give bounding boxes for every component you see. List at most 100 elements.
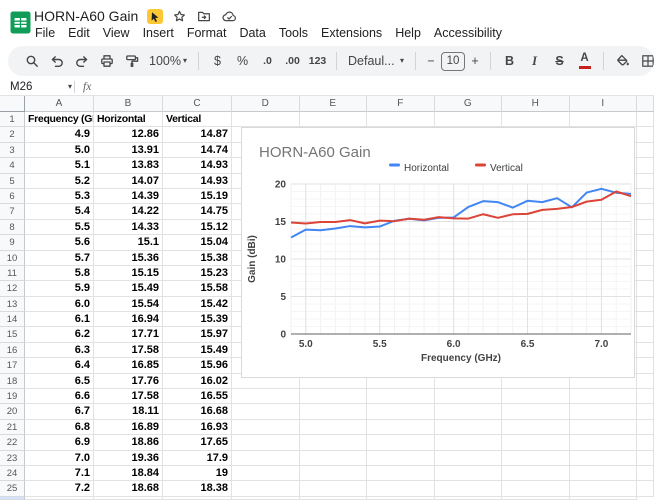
cell[interactable] (435, 112, 503, 127)
cell[interactable]: 6.8 (25, 420, 94, 435)
column-header-d[interactable]: D (232, 96, 300, 112)
cell[interactable]: 5.8 (25, 266, 94, 281)
cell[interactable] (435, 451, 503, 466)
decrease-font-size-button[interactable]: − (423, 49, 439, 73)
cell[interactable] (367, 435, 435, 450)
cell[interactable] (637, 174, 654, 189)
cell[interactable]: 5.7 (25, 251, 94, 266)
cell[interactable] (367, 466, 435, 481)
cell[interactable] (300, 389, 368, 404)
cell[interactable]: 14.07 (94, 174, 163, 189)
row-header-25[interactable]: 25 (0, 481, 25, 496)
increase-decimals-button[interactable]: .00 (281, 49, 304, 73)
cell[interactable]: 7.2 (25, 481, 94, 496)
cell[interactable]: 7.0 (25, 451, 94, 466)
cell[interactable]: 14.33 (94, 220, 163, 235)
cell[interactable] (232, 466, 300, 481)
cell[interactable] (637, 327, 654, 342)
cell[interactable] (570, 466, 638, 481)
text-color-button[interactable]: A (573, 49, 596, 73)
cell[interactable]: 14.87 (163, 127, 232, 142)
document-title[interactable]: HORN-A60 Gain (34, 8, 138, 24)
cell[interactable]: 15.58 (163, 281, 232, 296)
cell[interactable] (232, 404, 300, 419)
column-header-g[interactable]: G (435, 96, 503, 112)
cell[interactable] (367, 420, 435, 435)
cell[interactable]: 14.75 (163, 204, 232, 219)
font-size-input[interactable]: 10 (441, 52, 465, 71)
cell[interactable] (502, 466, 570, 481)
row-header-6[interactable]: 6 (0, 189, 25, 204)
cell[interactable]: 6.5 (25, 374, 94, 389)
cell[interactable]: 14.93 (163, 174, 232, 189)
cell[interactable] (637, 420, 654, 435)
cell[interactable] (637, 297, 654, 312)
cell[interactable] (570, 389, 638, 404)
row-header-23[interactable]: 23 (0, 451, 25, 466)
cell[interactable] (232, 481, 300, 496)
cell[interactable] (435, 420, 503, 435)
cell[interactable]: 6.7 (25, 404, 94, 419)
cell[interactable]: 5.2 (25, 174, 94, 189)
cell[interactable]: 14.22 (94, 204, 163, 219)
cell[interactable]: 5.5 (25, 220, 94, 235)
cell[interactable] (435, 389, 503, 404)
sheets-logo-icon[interactable] (10, 11, 31, 39)
menu-data[interactable]: Data (237, 25, 267, 41)
move-folder-icon[interactable] (196, 9, 212, 24)
cell[interactable]: 5.6 (25, 235, 94, 250)
column-header-i[interactable]: I (570, 96, 638, 112)
decrease-decimals-button[interactable]: .0 (256, 49, 279, 73)
cell[interactable] (367, 497, 435, 500)
cell[interactable]: 5.4 (25, 204, 94, 219)
cell[interactable] (637, 127, 654, 142)
cell[interactable] (300, 451, 368, 466)
print-button[interactable] (95, 49, 118, 73)
cell[interactable] (502, 112, 570, 127)
cell[interactable] (435, 404, 503, 419)
cell[interactable]: 5.1 (25, 158, 94, 173)
cell[interactable]: 15.19 (163, 189, 232, 204)
cell[interactable] (637, 374, 654, 389)
menu-help[interactable]: Help (393, 25, 423, 41)
cell[interactable]: 17.65 (163, 435, 232, 450)
format-percent-button[interactable]: % (231, 49, 254, 73)
cell[interactable] (435, 497, 503, 500)
menu-file[interactable]: File (33, 25, 57, 41)
cell[interactable]: 15.15 (94, 266, 163, 281)
search-button[interactable] (20, 49, 43, 73)
row-header-16[interactable]: 16 (0, 343, 25, 358)
cell[interactable] (435, 466, 503, 481)
cell[interactable]: 16.89 (94, 420, 163, 435)
cell[interactable]: 6.6 (25, 389, 94, 404)
cell[interactable]: 18.38 (163, 481, 232, 496)
cell[interactable] (637, 466, 654, 481)
cell[interactable]: 5.0 (25, 143, 94, 158)
cell[interactable]: 16.94 (94, 312, 163, 327)
increase-font-size-button[interactable]: + (467, 49, 483, 73)
cell[interactable] (570, 497, 638, 500)
column-header-h[interactable]: H (502, 96, 570, 112)
cell[interactable] (232, 420, 300, 435)
row-header-24[interactable]: 24 (0, 466, 25, 481)
cell[interactable] (367, 389, 435, 404)
column-header-b[interactable]: B (94, 96, 163, 112)
cell[interactable] (502, 389, 570, 404)
cell[interactable]: 6.0 (25, 297, 94, 312)
font-style-select[interactable]: Defaul... ▾ (344, 49, 408, 73)
cell[interactable] (570, 451, 638, 466)
cell[interactable]: 5.3 (25, 189, 94, 204)
column-header-f[interactable]: F (367, 96, 435, 112)
cell[interactable] (232, 112, 300, 127)
cell[interactable] (570, 481, 638, 496)
cell[interactable] (300, 435, 368, 450)
row-header-26[interactable] (0, 497, 25, 500)
column-header-partial[interactable] (637, 96, 654, 112)
cell[interactable]: 6.2 (25, 327, 94, 342)
cell[interactable]: 16.68 (163, 404, 232, 419)
row-header-18[interactable]: 18 (0, 374, 25, 389)
cell[interactable] (367, 451, 435, 466)
cell[interactable] (300, 112, 368, 127)
cell[interactable]: Vertical (163, 112, 232, 127)
row-header-13[interactable]: 13 (0, 297, 25, 312)
